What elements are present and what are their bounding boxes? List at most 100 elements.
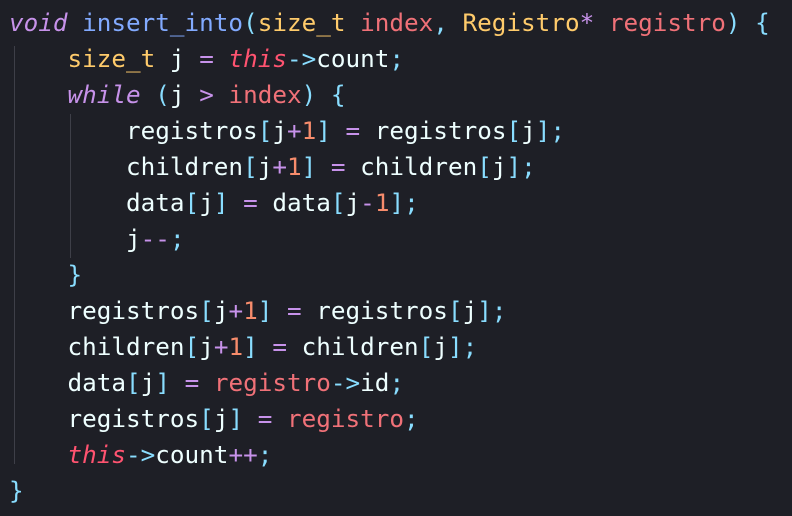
code-line-8[interactable]: }: [9, 257, 83, 293]
code-token: j: [433, 332, 448, 361]
code-token: ]: [155, 368, 170, 397]
code-line-12[interactable]: registros[j] = registro;: [9, 401, 419, 437]
code-token: this: [67, 440, 127, 469]
code-token: =: [345, 116, 361, 145]
code-token: (: [243, 8, 258, 37]
code-token: insert_into: [82, 8, 244, 37]
code-token: ]: [389, 188, 405, 217]
code-token: j: [213, 404, 229, 433]
code-token: ]: [301, 152, 317, 181]
code-token: count: [155, 440, 229, 469]
code-token: {: [330, 80, 346, 109]
code-line-5[interactable]: children[j+1] = children[j];: [9, 149, 536, 185]
code-token: j: [462, 296, 478, 325]
code-token: registro: [287, 404, 405, 433]
code-token: j: [199, 332, 214, 361]
code-token: j: [213, 296, 229, 325]
code-token: children: [67, 332, 185, 361]
code-token: -: [360, 188, 375, 217]
code-token: {: [755, 8, 770, 37]
code-token: ;: [491, 296, 507, 325]
code-token: 1: [374, 188, 390, 217]
code-token: ]: [447, 332, 463, 361]
code-editor[interactable]: void insert_into(size_t index, Registro*…: [0, 0, 792, 516]
code-token: =: [184, 368, 200, 397]
code-token: ;: [389, 368, 405, 397]
code-line-10[interactable]: children[j+1] = children[j];: [9, 329, 478, 365]
code-token: [: [243, 152, 258, 181]
code-token: j: [126, 224, 141, 253]
code-token: =: [287, 296, 302, 325]
code-token: ;: [389, 44, 405, 73]
code-token: j: [140, 368, 156, 397]
code-token: +: [286, 116, 302, 145]
code-token: j: [491, 152, 507, 181]
code-token: ): [725, 8, 741, 37]
code-token: +: [272, 152, 287, 181]
code-line-7[interactable]: j--;: [9, 221, 185, 257]
code-token: *: [579, 8, 595, 37]
code-token: =: [257, 404, 273, 433]
code-token: id: [360, 368, 390, 397]
code-token: ->: [330, 368, 361, 397]
code-token: registro: [213, 368, 331, 397]
code-token: [: [184, 188, 200, 217]
code-token: ]: [228, 404, 244, 433]
code-token: ;: [521, 152, 536, 181]
code-line-14[interactable]: }: [9, 473, 24, 509]
code-token: ,: [433, 8, 463, 37]
code-token: j: [521, 116, 536, 145]
code-line-1[interactable]: void insert_into(size_t index, Registro*…: [9, 5, 770, 41]
code-line-9[interactable]: registros[j+1] = registros[j];: [9, 293, 507, 329]
code-token: children: [287, 332, 419, 361]
code-line-4[interactable]: registros[j+1] = registros[j];: [9, 113, 565, 149]
code-token: ;: [462, 332, 478, 361]
code-token: =: [243, 188, 258, 217]
code-token: +: [213, 332, 229, 361]
code-line-3[interactable]: while (j > index) {: [9, 77, 346, 113]
code-token: ;: [404, 404, 419, 433]
code-token: ;: [550, 116, 566, 145]
code-token: [: [506, 116, 522, 145]
code-token: j: [345, 188, 361, 217]
code-token: j: [169, 80, 200, 109]
code-token: data: [67, 368, 127, 397]
code-token: ->: [286, 44, 317, 73]
code-line-11[interactable]: data[j] = registro->id;: [9, 365, 405, 401]
code-token: 1: [243, 296, 258, 325]
code-token: ;: [404, 188, 419, 217]
code-token: ]: [506, 152, 522, 181]
code-token: data: [257, 188, 331, 217]
code-token: children: [126, 152, 244, 181]
code-token: =: [272, 332, 288, 361]
code-token: (: [155, 80, 170, 109]
code-token: }: [9, 476, 24, 505]
code-token: ]: [257, 296, 273, 325]
code-line-2[interactable]: size_t j = this->count;: [9, 41, 405, 77]
code-line-6[interactable]: data[j] = data[j-1];: [9, 185, 419, 221]
code-line-13[interactable]: this->count++;: [9, 437, 273, 473]
code-token: ;: [257, 440, 273, 469]
code-token: registros: [67, 404, 200, 433]
code-token: j: [155, 44, 200, 73]
code-token: ]: [213, 188, 229, 217]
code-token: 1: [286, 152, 302, 181]
code-token: ]: [316, 116, 331, 145]
